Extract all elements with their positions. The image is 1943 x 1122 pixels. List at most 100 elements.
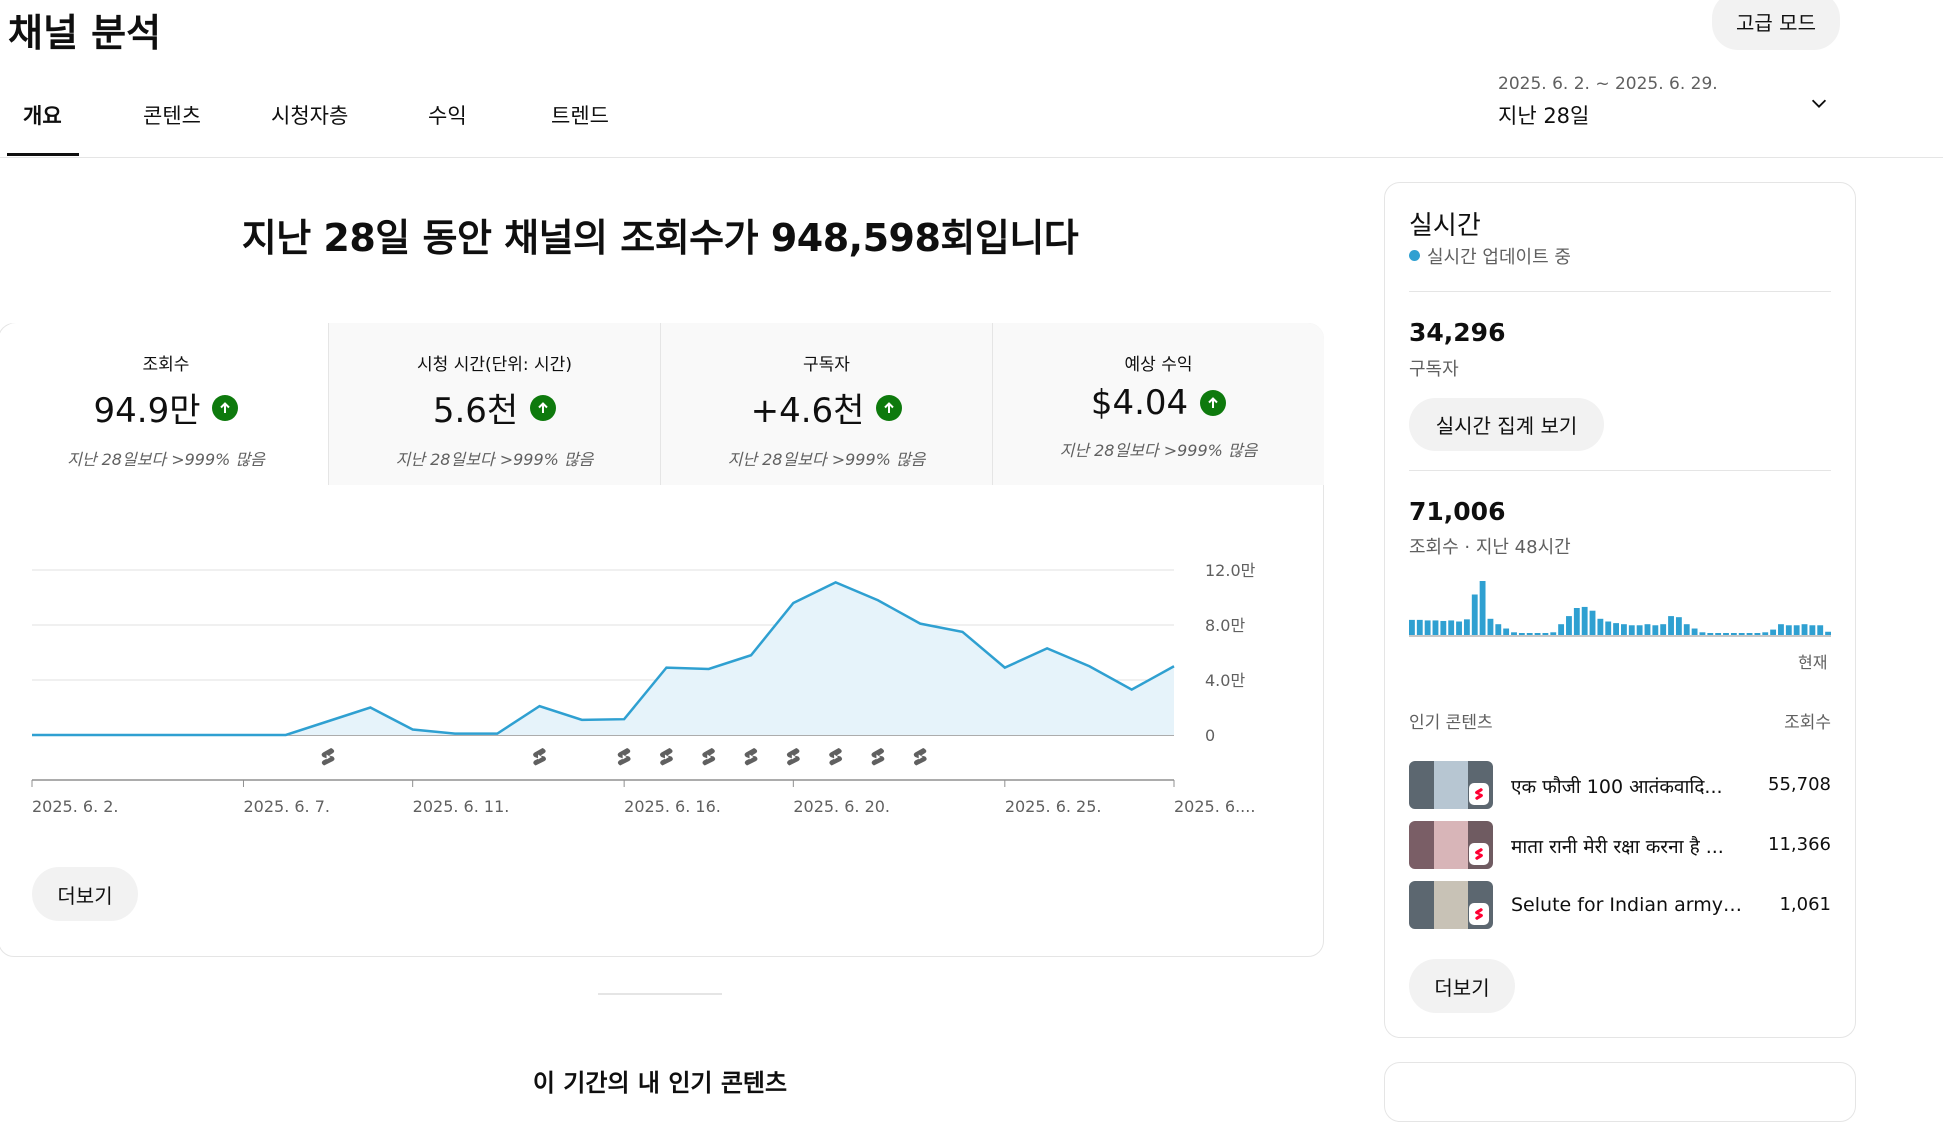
hourly-bar[interactable] [1456, 621, 1462, 636]
tab-audience[interactable]: 시청자층 [271, 100, 348, 130]
shorts-marker-icon[interactable] [533, 748, 547, 766]
tab-overview[interactable]: 개요 [23, 100, 62, 130]
hourly-bar[interactable] [1518, 633, 1525, 635]
hourly-bar[interactable] [1738, 633, 1745, 635]
shorts-marker-icon[interactable] [786, 748, 800, 766]
hourly-bar[interactable] [1424, 620, 1431, 635]
hourly-bar[interactable] [1809, 625, 1816, 635]
shorts-marker-icon[interactable] [321, 748, 335, 766]
arrow-up-icon [212, 394, 239, 421]
views-chart[interactable]: 0 4.0만 8.0만 12.0만 2025. 6. 2. 2025. 6. 7. 2025… [0, 540, 1320, 830]
popular-item[interactable]: माता रानी मेरी रक्षा करना है ... 11,366 [1409, 821, 1831, 871]
y-tick-label: 12.0만 [1205, 561, 1256, 580]
video-thumbnail [1409, 881, 1493, 929]
hourly-bar[interactable] [1754, 633, 1761, 635]
hourly-bar[interactable] [1503, 628, 1510, 635]
video-thumbnail [1409, 761, 1493, 809]
hourly-bar[interactable] [1613, 623, 1619, 635]
hourly-bar[interactable] [1495, 624, 1502, 635]
hourly-bar[interactable] [1597, 618, 1604, 635]
hourly-bar[interactable] [1526, 633, 1533, 635]
shorts-marker-icon[interactable] [617, 748, 631, 766]
shorts-icon [1469, 783, 1489, 805]
more-button[interactable]: 더보기 [32, 867, 138, 921]
period-label[interactable]: 지난 28일 [1498, 100, 1589, 130]
shorts-marker-icon[interactable] [702, 748, 716, 766]
next-card [1384, 1062, 1856, 1122]
metric-value-row: +4.6천 [661, 383, 992, 432]
tab-content[interactable]: 콘텐츠 [143, 100, 201, 130]
hourly-bar[interactable] [1660, 624, 1667, 635]
popular-item[interactable]: एक फौजी 100 आतंकवादि... 55,708 [1409, 761, 1831, 811]
realtime-live-label: 실시간 업데이트 중 [1427, 247, 1571, 268]
chevron-down-icon[interactable] [1808, 92, 1830, 114]
hourly-bar[interactable] [1817, 625, 1824, 635]
hourly-bar[interactable] [1730, 633, 1737, 635]
hourly-bar[interactable] [1746, 633, 1753, 635]
metric-label: 조회수 [142, 355, 190, 375]
hourly-bar[interactable] [1605, 621, 1612, 636]
hourly-bar[interactable] [1471, 594, 1478, 636]
realtime-hourly-bars[interactable] [1409, 575, 1831, 637]
metric-label: 시청 시간(단위: 시간) [417, 355, 572, 375]
hourly-bar[interactable] [1534, 633, 1541, 635]
hourly-bar[interactable] [1770, 629, 1777, 635]
metric-compare: 지난 28일보다 >999% 많음 [1059, 441, 1258, 460]
popular-views-header: 조회수 [1784, 713, 1831, 733]
hourly-bar[interactable] [1416, 619, 1423, 635]
popular-item[interactable]: Selute for Indian army 🪖 ... 1,061 [1409, 881, 1831, 931]
hourly-bar[interactable] [1511, 632, 1517, 635]
hourly-bar[interactable] [1463, 619, 1470, 635]
hourly-bar[interactable] [1542, 633, 1549, 635]
hourly-bar[interactable] [1683, 624, 1690, 635]
hourly-bar[interactable] [1762, 632, 1769, 635]
hourly-bar[interactable] [1644, 624, 1651, 635]
hourly-bar[interactable] [1668, 616, 1674, 635]
realtime-more-button[interactable]: 더보기 [1409, 959, 1515, 1013]
metric-watch-time[interactable]: 시청 시간(단위: 시간) 5.6천 지난 28일보다 >999% 많음 [328, 323, 660, 485]
hourly-bar[interactable] [1479, 581, 1486, 635]
popular-item-title: एक फौजी 100 आतंकवादि... [1511, 776, 1723, 798]
hourly-bar[interactable] [1691, 628, 1698, 635]
hourly-bar[interactable] [1589, 610, 1596, 635]
metric-revenue[interactable]: 예상 수익 $4.04 지난 28일보다 >999% 많음 [992, 323, 1324, 485]
hourly-bar[interactable] [1448, 620, 1455, 635]
hourly-bar[interactable] [1723, 633, 1729, 635]
hourly-bar[interactable] [1566, 616, 1572, 635]
shorts-marker-icon[interactable] [659, 748, 673, 766]
tab-trends[interactable]: 트렌드 [551, 100, 609, 130]
shorts-marker-icon[interactable] [744, 748, 758, 766]
metric-views[interactable]: 조회수 94.9만 지난 28일보다 >999% 많음 [0, 323, 332, 485]
shorts-marker-icon[interactable] [913, 748, 927, 766]
shorts-marker-icon[interactable] [829, 748, 843, 766]
hourly-bar[interactable] [1715, 633, 1722, 635]
hourly-bar[interactable] [1558, 624, 1565, 635]
advanced-mode-button[interactable]: 고급 모드 [1712, 0, 1840, 50]
section-divider [598, 993, 722, 995]
hourly-bar[interactable] [1652, 625, 1659, 635]
hourly-bar[interactable] [1707, 633, 1714, 635]
hourly-bar[interactable] [1550, 632, 1557, 635]
hourly-bar[interactable] [1785, 625, 1792, 635]
hourly-bar[interactable] [1440, 620, 1447, 635]
hourly-bar[interactable] [1675, 617, 1682, 635]
shorts-marker-icon[interactable] [871, 748, 885, 766]
hourly-bar[interactable] [1409, 619, 1415, 635]
hourly-bar[interactable] [1487, 618, 1494, 635]
hourly-bar[interactable] [1778, 624, 1784, 635]
top-content-title: 이 기간의 내 인기 콘텐츠 [532, 1069, 788, 1097]
hourly-bar[interactable] [1801, 624, 1808, 635]
tab-revenue[interactable]: 수익 [428, 100, 467, 130]
hourly-bar[interactable] [1825, 631, 1831, 635]
hourly-bar[interactable] [1432, 620, 1439, 635]
hourly-bar[interactable] [1573, 608, 1580, 635]
metric-subscribers[interactable]: 구독자 +4.6천 지난 28일보다 >999% 많음 [660, 323, 992, 485]
hourly-bar[interactable] [1628, 625, 1635, 635]
hourly-bar[interactable] [1581, 606, 1588, 635]
hourly-bar[interactable] [1636, 625, 1643, 635]
date-range-text[interactable]: 2025. 6. 2. ~ 2025. 6. 29. [1498, 74, 1718, 94]
hourly-bar[interactable] [1793, 625, 1800, 635]
realtime-count-button[interactable]: 실시간 집계 보기 [1409, 398, 1604, 451]
hourly-bar[interactable] [1621, 624, 1627, 635]
hourly-bar[interactable] [1699, 632, 1706, 635]
